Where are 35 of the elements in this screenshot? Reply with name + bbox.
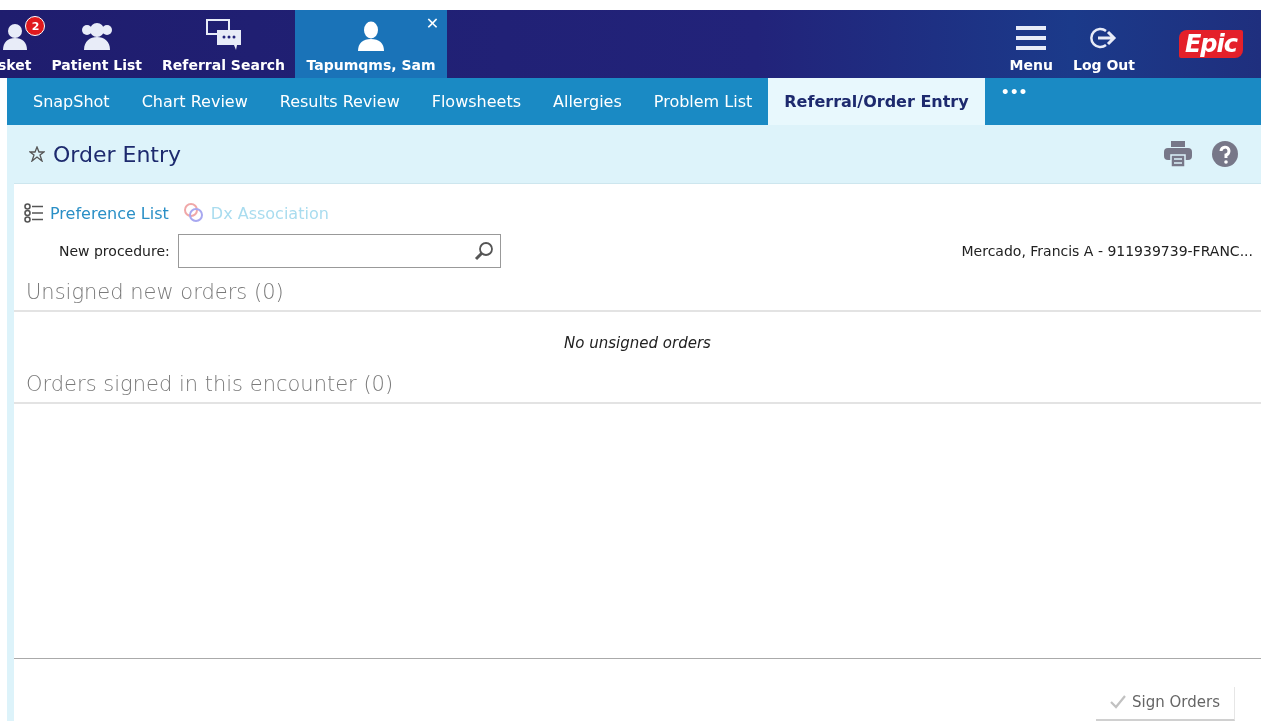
linked-rings-icon	[182, 202, 205, 224]
more-tabs-button[interactable]: •••	[984, 78, 1044, 125]
menu-icon	[1016, 25, 1047, 51]
tab[interactable]: SnapShot	[17, 78, 126, 125]
logout-icon	[1088, 25, 1119, 51]
nav-action-button[interactable]: Log Out	[1062, 10, 1145, 78]
logo: Epic	[1178, 30, 1243, 58]
nav-action-button[interactable]: Menu	[999, 10, 1063, 78]
empty-message: No unsigned orders	[563, 333, 712, 354]
person-icon	[357, 21, 386, 51]
nav-tab[interactable]: Tapumqms, Sam ✕	[295, 10, 448, 78]
section-heading: Unsigned new orders (0)	[14, 268, 1261, 312]
nav-tab[interactable]: Referral Search	[152, 10, 296, 78]
search-icon	[473, 241, 494, 261]
tab[interactable]: Chart Review	[125, 78, 264, 125]
star-icon	[29, 146, 45, 162]
person-icon	[1, 23, 28, 51]
printer-icon[interactable]	[1163, 140, 1193, 168]
tab[interactable]: Problem List	[637, 78, 769, 125]
field-label: New procedure:	[59, 243, 170, 259]
checkmark-icon	[1110, 695, 1127, 709]
close-icon[interactable]: ✕	[425, 14, 440, 33]
tab[interactable]: Results Review	[263, 78, 416, 125]
tab[interactable]: Flowsheets	[415, 78, 537, 125]
help-icon[interactable]	[1211, 140, 1239, 168]
tab[interactable]: Allergies	[537, 78, 638, 125]
procedure-search-field[interactable]	[177, 234, 501, 268]
chat-bubbles-icon	[205, 19, 242, 51]
toolbar-button[interactable]: Preference List	[24, 203, 169, 223]
encounter-label: Mercado, Francis A - 911939739-FRANC...	[961, 243, 1253, 259]
tab[interactable]: Referral/Order Entry	[768, 78, 985, 125]
section-heading: Orders signed in this encounter (0)	[14, 360, 1261, 404]
page-title: Order Entry	[53, 141, 182, 167]
list-icon	[24, 203, 44, 223]
notification-badge: 2	[25, 16, 46, 36]
